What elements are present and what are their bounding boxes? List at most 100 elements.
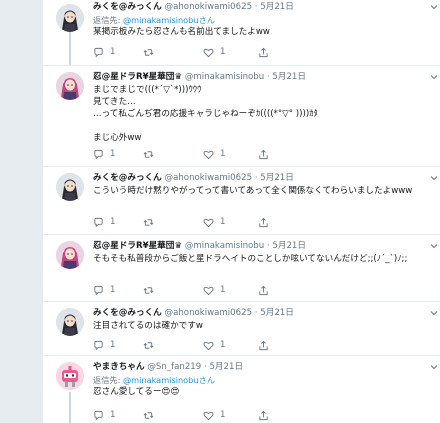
tweet[interactable]: みくを@みっくん @ahonokiwami0625 · 5月21日 注目されてる… (43, 302, 440, 356)
retweet-button[interactable] (143, 215, 160, 229)
avatar[interactable] (56, 241, 84, 269)
tweet-actions: 1 1 (93, 283, 283, 297)
display-name[interactable]: みくを@みっくん (93, 308, 162, 318)
retweet-icon (143, 341, 154, 349)
reply-context: 返信先: @minakamisinobuさん (93, 374, 433, 386)
reply-button[interactable]: 1 (93, 215, 115, 229)
tweet[interactable]: 忍@星ドラR¥星華団♛ @minakamisinobu · 5月21日 そもそも… (43, 235, 440, 302)
chevron-down-icon[interactable] (429, 308, 439, 318)
retweet-button[interactable] (143, 147, 160, 161)
reply-prefix: 返信先: (93, 375, 121, 385)
reply-button[interactable]: 1 (93, 147, 115, 161)
chevron-down-icon[interactable] (429, 72, 439, 82)
share-button[interactable] (258, 338, 275, 352)
thread-line (69, 30, 71, 65)
chevron-down-icon[interactable] (429, 241, 439, 251)
reply-mention-link[interactable]: @minakamisinobu (123, 375, 199, 385)
retweet-button[interactable] (143, 283, 160, 297)
display-name[interactable]: 忍@星ドラR¥星華団♛ (93, 241, 182, 251)
heart-icon (203, 150, 214, 159)
avatar[interactable] (56, 362, 84, 390)
like-button[interactable]: 1 (203, 45, 225, 59)
avatar[interactable] (56, 72, 84, 100)
username[interactable]: @Sn_fan219 (147, 362, 201, 372)
chevron-down-icon[interactable] (429, 2, 439, 12)
tweet[interactable]: やまきちゃん @Sn_fan219 · 5月21日 返信先: @minakami… (43, 356, 440, 423)
retweet-button[interactable] (143, 45, 160, 59)
timestamp[interactable]: 5月21日 (260, 173, 294, 183)
reply-mention-link[interactable]: @minakamisinobu (123, 15, 199, 25)
display-name[interactable]: やまきちゃん (93, 362, 145, 372)
share-button[interactable] (258, 215, 275, 229)
share-icon (259, 340, 268, 350)
separator-dot: · (203, 362, 207, 372)
like-count: 1 (220, 47, 226, 57)
reply-icon (94, 340, 103, 350)
display-name[interactable]: 忍@星ドラR¥星華団♛ (93, 72, 182, 82)
tweet-header: みくを@みっくん @ahonokiwami0625 · 5月21日 (93, 306, 433, 320)
timestamp[interactable]: 5月21日 (260, 2, 294, 12)
reply-button[interactable]: 1 (93, 338, 115, 352)
username[interactable]: @minakamisinobu (185, 241, 264, 251)
like-count: 1 (220, 285, 226, 295)
dark-hair-character-icon (56, 173, 84, 201)
username[interactable]: @minakamisinobu (185, 72, 264, 82)
chevron-down-icon[interactable] (429, 173, 439, 183)
heart-icon (203, 218, 214, 227)
reply-button[interactable]: 1 (93, 45, 115, 59)
tweet-text: 注目されてるのは確かですw (93, 321, 203, 331)
share-button[interactable] (258, 147, 275, 161)
username[interactable]: @ahonokiwami0625 (165, 173, 253, 183)
tweet-header: やまきちゃん @Sn_fan219 · 5月21日 (93, 360, 433, 374)
timestamp[interactable]: 5月21日 (260, 308, 294, 318)
tweet[interactable]: 忍@星ドラR¥星華団♛ @minakamisinobu · 5月21日 まじでま… (43, 66, 440, 167)
like-button[interactable]: 1 (203, 283, 225, 297)
heart-icon (203, 341, 214, 350)
thread-line (69, 392, 71, 423)
timestamp[interactable]: 5月21日 (209, 362, 243, 372)
display-name[interactable]: みくを@みっくん (93, 173, 162, 183)
timestamp[interactable]: 5月21日 (272, 72, 306, 82)
tweet-header: 忍@星ドラR¥星華団♛ @minakamisinobu · 5月21日 (93, 239, 433, 253)
reply-count: 1 (110, 410, 116, 420)
like-button[interactable]: 1 (203, 338, 225, 352)
tweet-text: 某掲示板みたら忍さんも名前出てましたよww (93, 27, 270, 37)
like-button[interactable]: 1 (203, 147, 225, 161)
heart-icon (203, 411, 214, 420)
retweet-icon (143, 411, 154, 419)
like-count: 1 (220, 340, 226, 350)
like-button[interactable]: 1 (203, 215, 225, 229)
username[interactable]: @ahonokiwami0625 (165, 2, 253, 12)
reply-suffix: さん (198, 15, 215, 25)
like-button[interactable]: 1 (203, 408, 225, 422)
avatar[interactable] (56, 308, 84, 336)
share-button[interactable] (258, 45, 275, 59)
retweet-button[interactable] (143, 408, 160, 422)
reply-button[interactable]: 1 (93, 283, 115, 297)
display-name[interactable]: みくを@みっくん (93, 2, 162, 12)
tweet-text: そもそも私普段からご飯と星ドラへイトのことしか呟いてないんだけど;;(ﾉ´_`)… (93, 254, 408, 264)
share-button[interactable] (258, 283, 275, 297)
tweet-actions: 1 1 (93, 408, 283, 422)
reply-button[interactable]: 1 (93, 408, 115, 422)
retweet-button[interactable] (143, 338, 160, 352)
timestamp[interactable]: 5月21日 (272, 241, 306, 251)
retweet-icon (143, 150, 154, 158)
share-button[interactable] (258, 408, 275, 422)
separator-dot: · (254, 2, 258, 12)
tweet-header: みくを@みっくん @ahonokiwami0625 · 5月21日 (93, 0, 433, 14)
tweet[interactable]: みくを@みっくん @ahonokiwami0625 · 5月21日 こういう時だ… (43, 167, 440, 235)
reply-count: 1 (110, 285, 116, 295)
pink-robot-character-icon (56, 362, 84, 390)
username[interactable]: @ahonokiwami0625 (165, 308, 253, 318)
tweet-actions: 1 1 (93, 45, 283, 59)
avatar[interactable] (56, 173, 84, 201)
tweet[interactable]: みくを@みっくん @ahonokiwami0625 · 5月21日 返信先: @… (43, 0, 440, 66)
avatar[interactable] (56, 4, 84, 32)
chevron-down-icon[interactable] (429, 362, 439, 372)
tweet-header: みくを@みっくん @ahonokiwami0625 · 5月21日 (93, 171, 433, 185)
separator-dot: · (254, 308, 258, 318)
reply-icon (94, 149, 103, 159)
pink-hair-character-icon (56, 72, 84, 100)
reply-icon (94, 410, 103, 420)
